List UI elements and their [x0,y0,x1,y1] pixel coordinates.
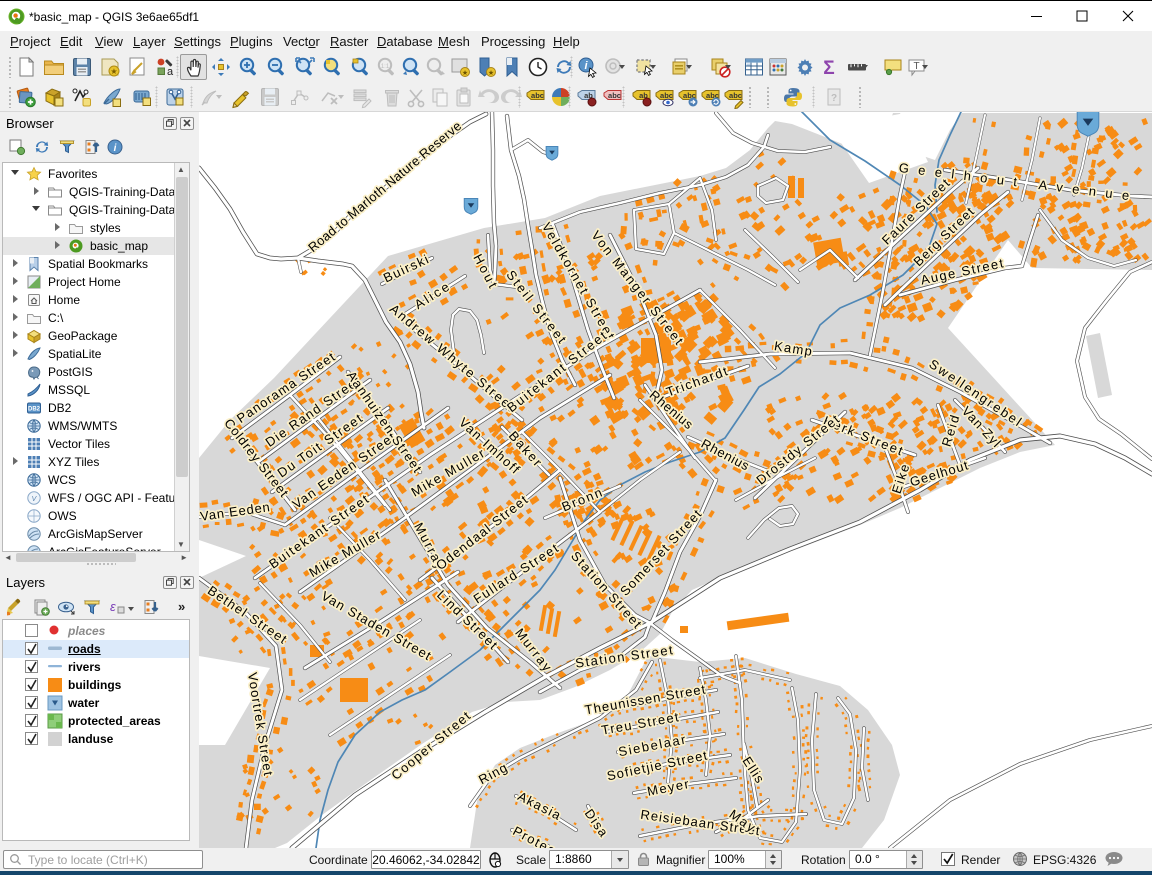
svg-text:Σ: Σ [823,58,834,79]
svg-text:1:1: 1:1 [381,64,390,70]
svg-text:abc: abc [660,91,673,100]
svg-text:abc: abc [608,91,621,100]
svg-text:a: a [167,66,174,78]
svg-text:T: T [913,61,919,72]
svg-text:abc: abc [531,91,544,100]
svg-text:★: ★ [488,69,494,77]
svg-text:i: i [114,143,117,154]
svg-text:DB2: DB2 [28,407,41,413]
svg-text:abc: abc [729,91,742,100]
svg-text:★: ★ [110,67,117,76]
svg-text:?: ? [831,93,837,104]
svg-text:★: ★ [462,69,468,77]
svg-text:ε: ε [110,599,116,614]
